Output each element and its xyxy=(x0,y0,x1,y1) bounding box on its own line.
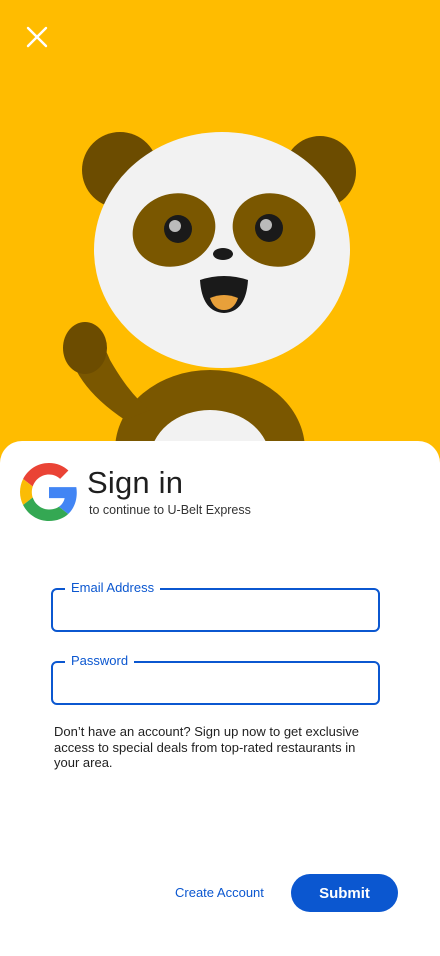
password-field[interactable]: Password xyxy=(51,653,380,705)
email-field[interactable]: Email Address xyxy=(51,580,380,632)
password-label: Password xyxy=(65,653,135,668)
hero-banner xyxy=(0,0,440,470)
google-logo-icon xyxy=(20,463,77,521)
submit-button[interactable]: Submit xyxy=(291,874,398,912)
email-input[interactable] xyxy=(65,600,365,622)
signup-info-text: Don’t have an account? Sign up now to ge… xyxy=(54,724,359,770)
page-title: Sign in xyxy=(87,465,184,500)
close-icon xyxy=(26,26,48,48)
password-input[interactable] xyxy=(65,673,365,695)
email-label: Email Address xyxy=(65,580,161,595)
create-account-link[interactable]: Create Account xyxy=(175,885,264,900)
page-subtitle: to continue to U-Belt Express xyxy=(89,503,251,517)
panda-mascot-image xyxy=(63,132,356,460)
close-button[interactable] xyxy=(22,22,54,54)
